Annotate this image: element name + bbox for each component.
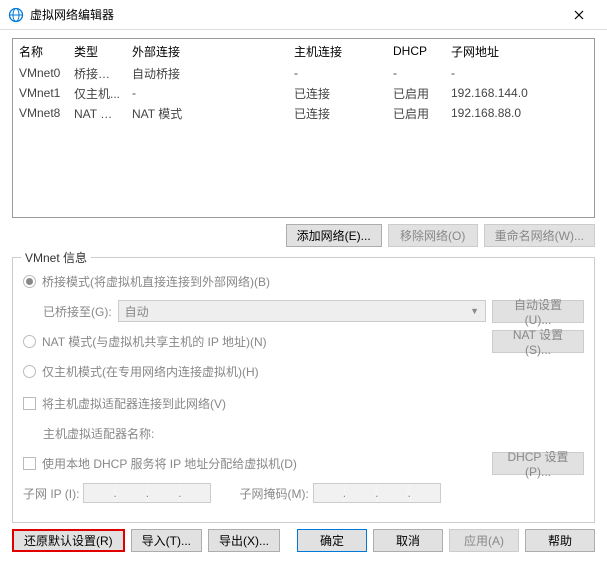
cell-ext: NAT 模式: [126, 103, 288, 124]
bridge-radio-label: 桥接模式(将虚拟机直接连接到外部网络)(B): [42, 273, 270, 290]
hostonly-radio-label: 仅主机模式(在专用网络内连接虚拟机)(H): [42, 363, 259, 380]
cell-dhcp: 已启用: [387, 103, 445, 124]
host-adapter-check[interactable]: [23, 397, 36, 410]
cell-host: -: [288, 64, 387, 82]
network-table[interactable]: 名称 类型 外部连接 主机连接 DHCP 子网地址 VMnet0桥接模式自动桥接…: [12, 38, 595, 218]
cell-dhcp: -: [387, 64, 445, 82]
remove-network-button[interactable]: 移除网络(O): [388, 224, 478, 247]
cell-dhcp: 已启用: [387, 83, 445, 104]
cell-type: 仅主机...: [68, 83, 126, 104]
table-header: 名称 类型 外部连接 主机连接 DHCP 子网地址: [13, 39, 594, 63]
host-adapter-check-label: 将主机虚拟适配器连接到此网络(V): [42, 395, 226, 412]
bridge-to-label: 已桥接至(G):: [43, 303, 112, 320]
nat-radio[interactable]: [23, 335, 36, 348]
dhcp-settings-button[interactable]: DHCP 设置(P)...: [492, 452, 584, 475]
chevron-down-icon: ▼: [470, 306, 479, 316]
cell-ext: 自动桥接: [126, 63, 288, 84]
cancel-button[interactable]: 取消: [373, 529, 443, 552]
close-icon: [574, 10, 584, 20]
col-type: 类型: [68, 39, 126, 64]
col-dhcp: DHCP: [387, 40, 445, 62]
bridge-select[interactable]: 自动 ▼: [118, 300, 486, 322]
auto-settings-button[interactable]: 自动设置(U)...: [492, 300, 584, 323]
add-network-button[interactable]: 添加网络(E)...: [286, 224, 382, 247]
cell-name: VMnet0: [13, 64, 68, 82]
col-subnet: 子网地址: [445, 39, 594, 64]
rename-network-button[interactable]: 重命名网络(W)...: [484, 224, 595, 247]
table-row[interactable]: VMnet8NAT 模式NAT 模式已连接已启用192.168.88.0: [13, 103, 594, 123]
window-title: 虚拟网络编辑器: [30, 6, 559, 23]
hostonly-radio[interactable]: [23, 365, 36, 378]
app-icon: [8, 7, 24, 23]
nat-settings-button[interactable]: NAT 设置(S)...: [492, 330, 584, 353]
dhcp-check-label: 使用本地 DHCP 服务将 IP 地址分配给虚拟机(D): [42, 455, 492, 472]
vmnet-info-group: VMnet 信息 桥接模式(将虚拟机直接连接到外部网络)(B) 已桥接至(G):…: [12, 257, 595, 523]
cell-ext: -: [126, 84, 288, 102]
bridge-select-value: 自动: [125, 303, 149, 320]
dhcp-check[interactable]: [23, 457, 36, 470]
cell-type: NAT 模式: [68, 103, 126, 124]
ok-button[interactable]: 确定: [297, 529, 367, 552]
subnet-ip-input[interactable]: ...: [83, 483, 211, 503]
cell-subnet: -: [445, 64, 594, 82]
bridge-radio[interactable]: [23, 275, 36, 288]
table-row[interactable]: VMnet0桥接模式自动桥接---: [13, 63, 594, 83]
help-button[interactable]: 帮助: [525, 529, 595, 552]
nat-radio-label: NAT 模式(与虚拟机共享主机的 IP 地址)(N): [42, 333, 492, 350]
cell-subnet: 192.168.144.0: [445, 84, 594, 102]
table-row[interactable]: VMnet1仅主机...-已连接已启用192.168.144.0: [13, 83, 594, 103]
cell-type: 桥接模式: [68, 63, 126, 84]
host-adapter-name-label: 主机虚拟适配器名称:: [43, 425, 154, 442]
subnet-mask-input[interactable]: ...: [313, 483, 441, 503]
subnet-mask-label: 子网掩码(M):: [239, 485, 308, 502]
export-button[interactable]: 导出(X)...: [208, 529, 280, 552]
subnet-ip-label: 子网 IP (I):: [23, 485, 79, 502]
col-name: 名称: [13, 39, 68, 64]
close-button[interactable]: [559, 1, 599, 29]
col-ext: 外部连接: [126, 39, 288, 64]
restore-defaults-button[interactable]: 还原默认设置(R): [12, 529, 125, 552]
titlebar: 虚拟网络编辑器: [0, 0, 607, 30]
col-host: 主机连接: [288, 39, 387, 64]
cell-subnet: 192.168.88.0: [445, 104, 594, 122]
footer: 还原默认设置(R) 导入(T)... 导出(X)... 确定 取消 应用(A) …: [12, 523, 595, 552]
group-title: VMnet 信息: [21, 249, 91, 266]
cell-host: 已连接: [288, 103, 387, 124]
cell-host: 已连接: [288, 83, 387, 104]
cell-name: VMnet8: [13, 104, 68, 122]
import-button[interactable]: 导入(T)...: [131, 529, 202, 552]
cell-name: VMnet1: [13, 84, 68, 102]
apply-button[interactable]: 应用(A): [449, 529, 519, 552]
